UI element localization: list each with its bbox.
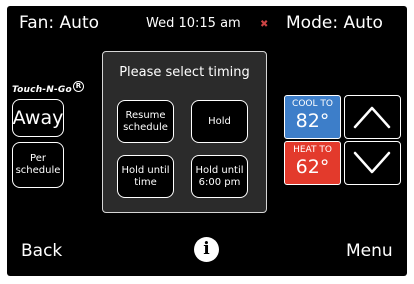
fan-mode[interactable]: Fan: Auto xyxy=(19,13,99,33)
date-time: Wed 10:15 am xyxy=(146,16,241,31)
timing-dialog: Please select timing Resume schedule Hol… xyxy=(102,51,267,213)
cool-label: COOL TO xyxy=(292,99,333,109)
heat-label: HEAT TO xyxy=(293,145,332,155)
resume-schedule-button[interactable]: Resume schedule xyxy=(117,100,174,143)
back-button[interactable]: Back xyxy=(21,241,62,261)
cool-setpoint[interactable]: COOL TO 82° xyxy=(284,95,341,139)
menu-button[interactable]: Menu xyxy=(346,241,393,261)
heat-setpoint[interactable]: HEAT TO 62° xyxy=(284,141,341,185)
brand-name: Touch-N-Go xyxy=(12,85,72,95)
hold-button[interactable]: Hold xyxy=(191,100,248,143)
hold-until-time-button[interactable]: Hold until time xyxy=(117,155,174,198)
chevron-down-icon xyxy=(353,151,391,174)
status-bar: Fan: Auto Wed 10:15 am ✖ Mode: Auto xyxy=(7,6,407,42)
system-mode[interactable]: Mode: Auto xyxy=(286,13,383,33)
cool-value: 82° xyxy=(295,110,330,132)
wifi-icon: ✖ xyxy=(260,19,269,30)
chevron-up-icon xyxy=(353,106,391,129)
heat-value: 62° xyxy=(295,156,330,178)
dialog-title: Please select timing xyxy=(119,65,250,80)
registered-mark: R xyxy=(73,81,84,92)
per-schedule-button[interactable]: Per schedule xyxy=(12,142,64,188)
increase-button[interactable] xyxy=(344,95,401,139)
decrease-button[interactable] xyxy=(344,141,401,185)
touch-n-go-logo: Touch-N-Go R xyxy=(12,81,84,95)
thermostat-screen: Fan: Auto Wed 10:15 am ✖ Mode: Auto Touc… xyxy=(7,6,407,276)
info-icon[interactable]: i xyxy=(194,237,219,262)
away-button[interactable]: Away xyxy=(12,99,64,137)
hold-until-600-button[interactable]: Hold until 6:00 pm xyxy=(191,155,248,198)
